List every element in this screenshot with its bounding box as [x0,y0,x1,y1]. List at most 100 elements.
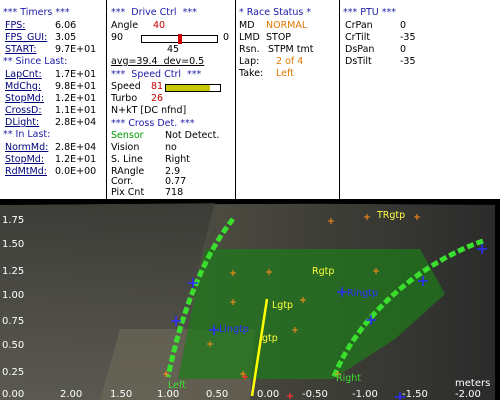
y-tick: 1.75 [2,215,25,226]
lmd-value: STOP [266,32,292,43]
panel-divider [339,0,340,199]
lingtp-label: Lingtp [219,324,249,335]
rdmtmd-value: 0.0E+00 [55,166,97,177]
slider-min-label: 90 [111,32,124,43]
x-tick: 1.00 [157,389,180,400]
fps-gui-label: FPS_GUI: [5,32,48,43]
y-tick: 0.25 [2,367,25,378]
fps-gui-value: 3.05 [55,32,77,43]
x-tick: -2.00 [455,389,481,400]
stopmd-value: 1.2E+01 [55,93,97,104]
pixcnt-value: 718 [165,187,184,198]
birdseye-canvas: TRgtp Rgtp Ringtp Lgtp Lingtp gtp Left R… [0,199,500,400]
x-tick: 2.00 [60,389,83,400]
rgtp-label: Rgtp [312,266,334,277]
normmd-value: 2.8E+04 [55,142,97,153]
start-value: 9.7E+01 [55,44,97,55]
x-tick: 0.50 [206,389,229,400]
x-tick: -1.50 [402,389,428,400]
speed-value: 81 [151,81,164,92]
dspan-label: DsPan [345,44,375,55]
y-tick: 0.50 [2,340,25,351]
stopmd-label: StopMd: [5,93,45,104]
corr-label: Corr. [111,176,134,187]
since-last-header: ** Since Last: [3,56,68,67]
ringtp-label: Ringtp [347,288,378,299]
gtp-label: gtp [262,333,278,344]
ptu-header: *** PTU *** [343,7,397,18]
status-panel: *** Timers *** FPS: 6.06 FPS_GUI: 3.05 S… [0,0,500,199]
lapcnt-value: 1.7E+01 [55,69,97,80]
dstilt-label: DsTilt [345,56,372,67]
x-tick: -1.00 [352,389,378,400]
fps-value: 6.06 [55,20,77,31]
rsn-label: Rsn. [239,44,260,55]
normmd-label: NormMd: [5,142,49,153]
turbo-label: Turbo [111,93,138,104]
dlight-label: DLight: [5,117,40,128]
panel-divider [235,0,236,199]
lapcnt-label: LapCnt: [5,69,42,80]
lmd-label: LMD [239,32,260,43]
speed-bar-fill [166,85,210,91]
take-value: Left [276,68,294,79]
md-label: MD [239,20,255,31]
fps-label: FPS: [5,20,26,31]
drive-ctrl-header: *** Drive Ctrl *** [111,7,197,18]
x-tick: -0.50 [302,389,328,400]
sensor-label: Sensor [111,130,144,141]
rsn-value: STPM tmt [268,44,314,55]
angle-slider-handle[interactable] [177,34,182,44]
take-label: Take: [239,68,264,79]
lap-value: 2 of 4 [276,56,304,67]
angle-label: Angle [111,20,139,31]
md-value: NORMAL [266,20,308,31]
sline-label: S. Line [111,154,143,165]
crossd-label: CrossD: [5,105,42,116]
in-last-header: ** In Last: [3,129,51,140]
angle-slider[interactable] [141,34,218,44]
dspan-value: 0 [400,44,407,55]
crpan-value: 0 [400,20,407,31]
speed-bar [165,84,221,92]
x-axis-units: meters [455,378,491,389]
slider-value: 45 [167,44,180,55]
speed-ctrl-header: *** Speed Ctrl *** [111,69,202,80]
y-tick: 0.75 [2,316,25,327]
vision-label: Vision [111,142,140,153]
vision-value: no [165,142,177,153]
timers-header: *** Timers *** [3,7,70,18]
lgtp-label: Lgtp [272,300,293,311]
turbo-value: 26 [151,93,164,104]
pixcnt-label: Pix Cnt [111,187,145,198]
crossd-value: 1.1E+01 [55,105,97,116]
birdseye-view: TRgtp Rgtp Ringtp Lgtp Lingtp gtp Left R… [0,199,500,400]
avg-dev-readout: avg=39.4 dev=0.5 [111,56,205,67]
dstilt-value: -35 [400,56,416,67]
y-tick: 1.50 [2,239,25,250]
panel-divider [106,0,107,199]
y-tick: 1.00 [2,290,25,301]
x-tick-start: 0.00 [2,389,25,400]
angle-value: 40 [153,20,166,31]
right-label: Right [336,373,361,384]
mdchg-value: 9.8E+01 [55,81,97,92]
slider-max-label: 0 [223,32,230,43]
x-tick: 0.00 [257,389,280,400]
stopmd2-label: StopMd: [5,154,45,165]
cross-det-header: *** Cross Det. *** [111,118,195,129]
x-tick: 1.50 [110,389,133,400]
y-tick: 1.25 [2,266,25,277]
race-status-header: * Race Status * [239,7,312,18]
start-label: START: [5,44,37,55]
crtilt-label: CrTilt [345,32,371,43]
rdmtmd-label: RdMtMd: [5,166,47,177]
sensor-value: Not Detect. [165,130,220,141]
corr-value: 0.77 [165,176,187,187]
speed-label: Speed [111,81,141,92]
lap-label: Lap: [239,56,260,67]
trgtp-label: TRgtp [376,210,405,221]
dlight-value: 2.8E+04 [55,117,97,128]
crpan-label: CrPan [345,20,373,31]
stopmd2-value: 1.2E+01 [55,154,97,165]
